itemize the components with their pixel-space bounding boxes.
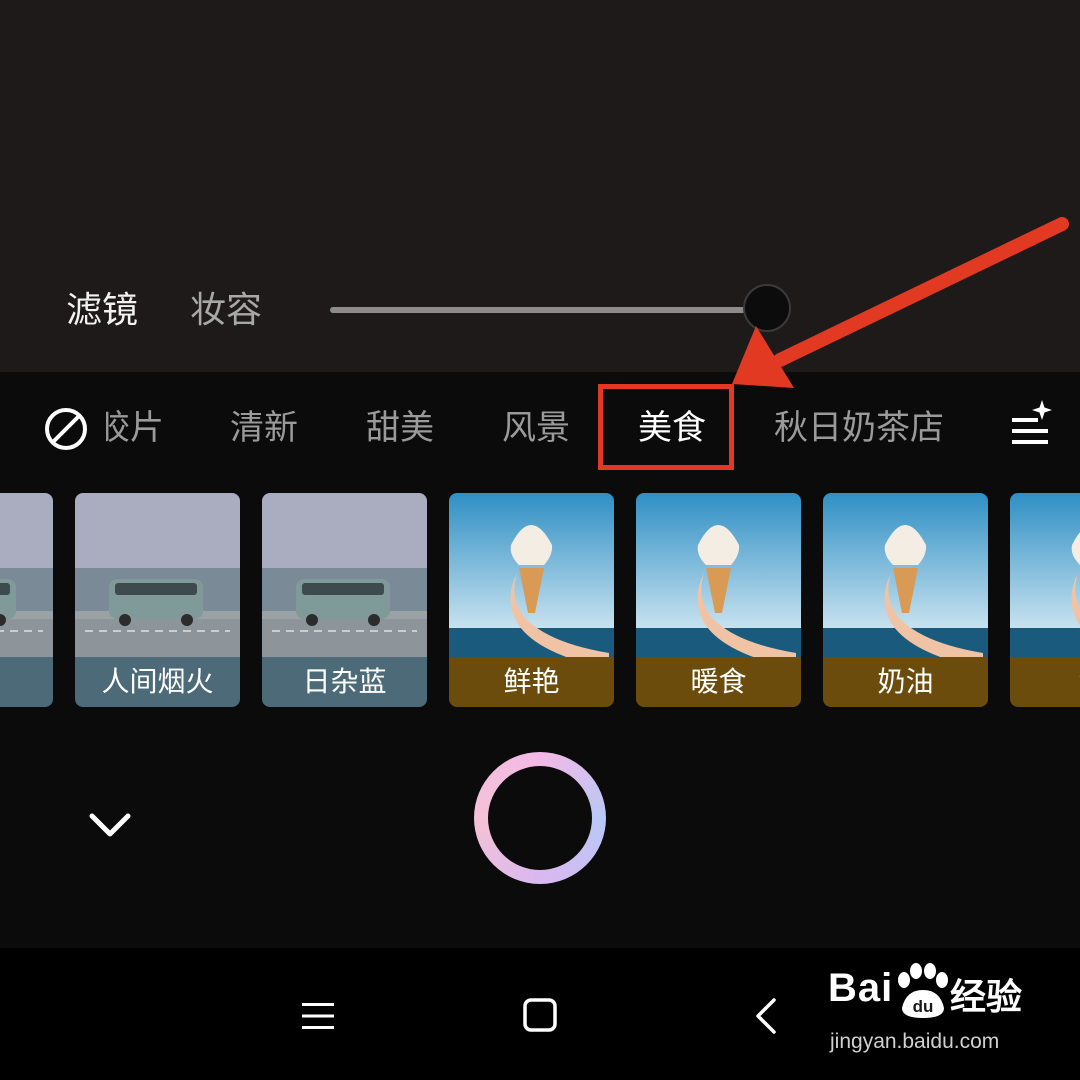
filter-thumbnail-label: 人间烟火 [75, 657, 240, 707]
thumbnail-van-image [75, 493, 240, 658]
tab-filter[interactable]: 滤镜 [66, 286, 138, 336]
filter-thumbnail-label: 蓝 [0, 657, 53, 707]
thumbnail-icecream-image [636, 493, 801, 658]
filter-thumbnail[interactable]: 蓝 [0, 493, 53, 707]
category-scenery[interactable]: 风景 [502, 402, 570, 454]
filter-thumbnail-label: 鲜艳 [449, 657, 614, 707]
tab-makeup[interactable]: 妆容 [190, 286, 262, 336]
paw-text: du [913, 997, 934, 1016]
filter-thumbnail[interactable]: 人间烟火 [75, 493, 240, 707]
filter-list-sparkle-icon[interactable] [1008, 398, 1056, 450]
filter-thumbnail-label: 食 [1010, 657, 1080, 707]
thumbnail-icecream-image [823, 493, 988, 658]
watermark-url: jingyan.baidu.com [830, 1030, 1000, 1053]
filter-thumbnail[interactable]: 食 [1010, 493, 1080, 707]
filter-thumbnail-label: 奶油 [823, 657, 988, 707]
filter-thumbnail-label: 日杂蓝 [262, 657, 427, 707]
thumbnail-icecream-image [449, 493, 614, 658]
menu-icon[interactable] [300, 998, 336, 1034]
filter-thumbnail[interactable]: 鲜艳 [449, 493, 614, 707]
annotation-highlight-box [598, 384, 734, 470]
category-autumn-milktea[interactable]: 秋日奶茶店 [774, 402, 944, 454]
no-filter-icon[interactable] [43, 406, 89, 452]
shutter-inner [488, 766, 592, 870]
thumbnail-icecream-image [1010, 493, 1080, 658]
paw-logo-icon: du [898, 963, 948, 1018]
intensity-slider-track[interactable] [330, 307, 770, 313]
camera-filter-screen: 滤镜 妆容 胶片 清新 甜美 风景 美食 秋日奶茶店 蓝人间烟火日杂蓝鲜艳暖食奶… [0, 0, 1080, 1080]
watermark-word: 经验 [950, 977, 1023, 1018]
category-film[interactable]: 胶片 [106, 402, 164, 454]
thumbnail-van-image [262, 493, 427, 658]
chevron-down-icon[interactable] [86, 806, 134, 846]
category-fresh[interactable]: 清新 [230, 402, 298, 454]
category-sweet[interactable]: 甜美 [366, 402, 434, 454]
filter-thumbnail-label: 暖食 [636, 657, 801, 707]
intensity-slider-thumb[interactable] [743, 284, 791, 332]
filter-thumbnail[interactable]: 暖食 [636, 493, 801, 707]
filter-thumbnail[interactable]: 奶油 [823, 493, 988, 707]
home-square-icon[interactable] [522, 997, 558, 1033]
filter-thumbnail[interactable]: 日杂蓝 [262, 493, 427, 707]
baidu-jingyan-watermark: Bai du 经验 jingyan.baidu.com [828, 962, 1068, 1062]
thumbnail-van-image [0, 493, 53, 658]
shutter-button[interactable] [474, 752, 606, 884]
back-chevron-icon[interactable] [752, 996, 782, 1036]
camera-preview[interactable] [0, 0, 1080, 372]
watermark-brand: Bai [828, 966, 894, 1010]
